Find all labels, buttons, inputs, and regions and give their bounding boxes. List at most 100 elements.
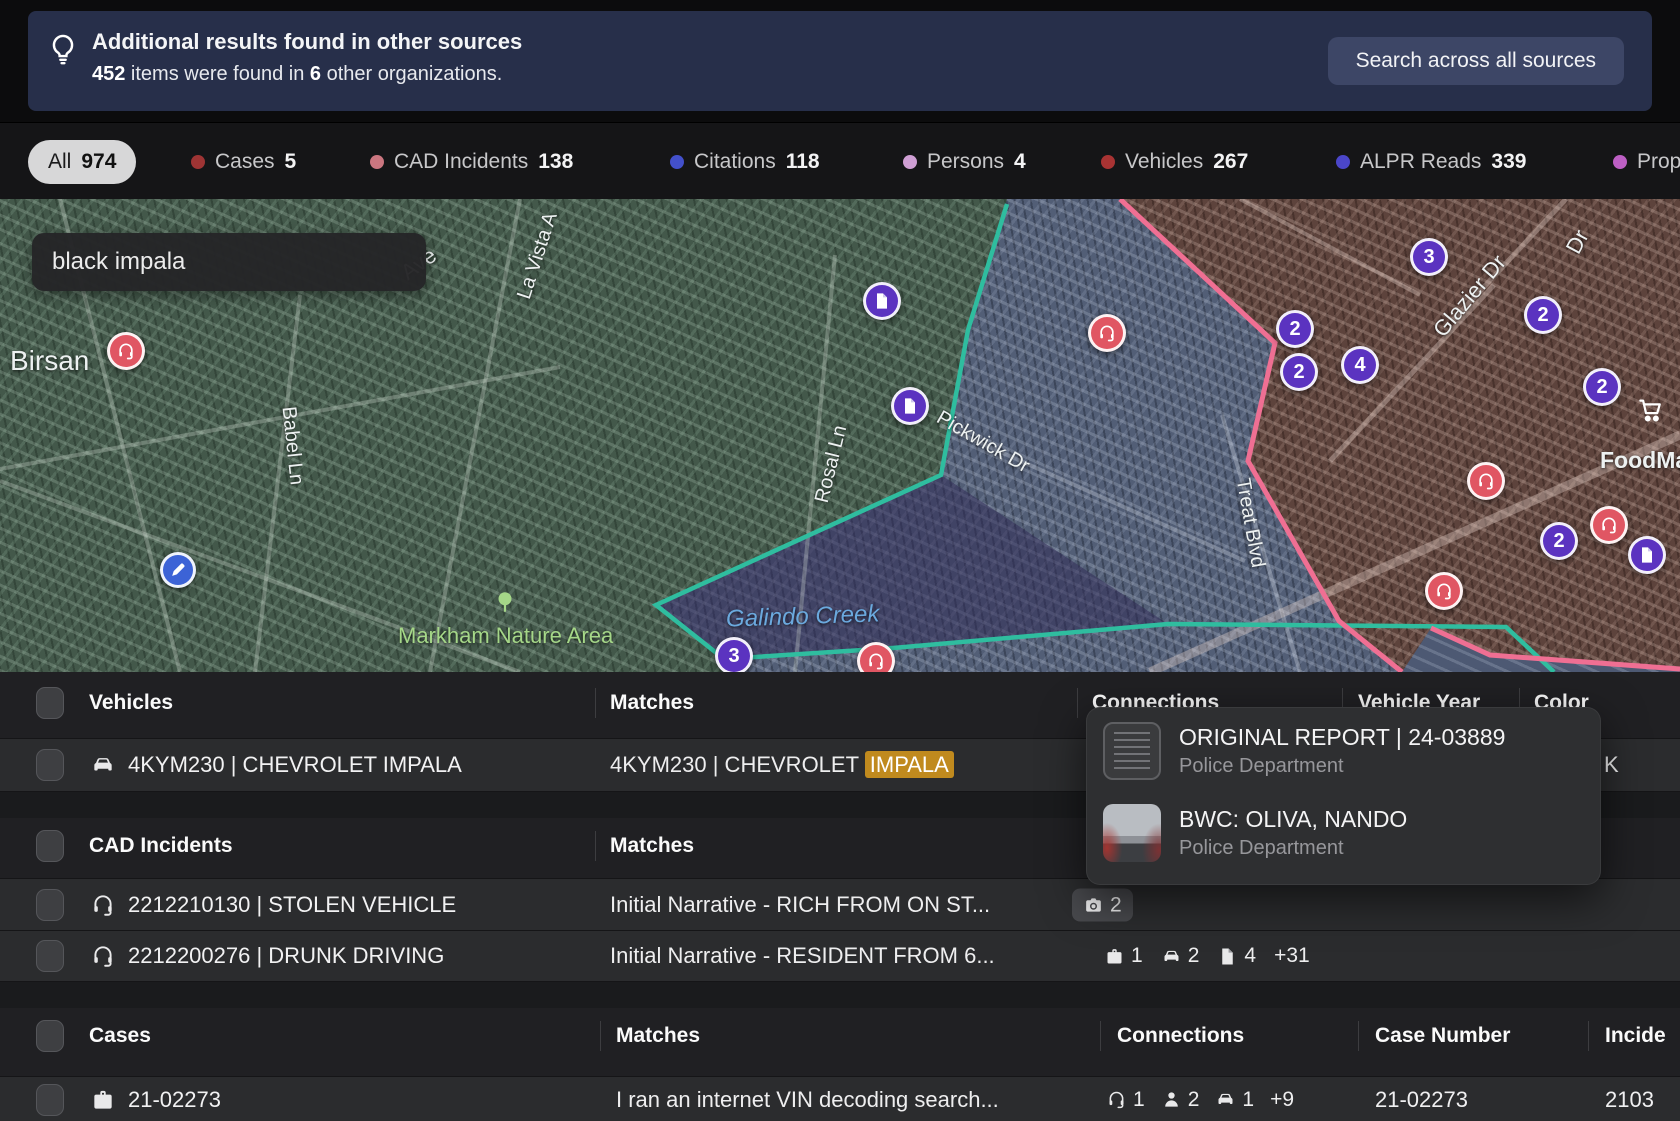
select-all-cad-checkbox[interactable] [36, 830, 64, 862]
headset-icon [90, 892, 116, 918]
cluster-marker[interactable]: 3 [1410, 238, 1448, 276]
tab-alpr-label: ALPR Reads [1360, 150, 1481, 174]
cluster-marker[interactable]: 2 [1583, 368, 1621, 406]
person-connection: 2 [1161, 1088, 1200, 1112]
citation-marker[interactable] [160, 552, 196, 588]
match-highlight: IMPALA [865, 751, 954, 778]
cad-result-row[interactable]: 2212200276 | DRUNK DRIVING Initial Narra… [0, 930, 1680, 982]
tab-all[interactable]: All 974 [28, 140, 136, 184]
popup-bwc-title: BWC: OLIVA, NANDO [1179, 806, 1407, 833]
incident-number-header: Incide [1605, 1024, 1666, 1048]
cad-dot-icon [370, 155, 384, 169]
row-checkbox[interactable] [36, 889, 64, 921]
cad-incident-marker[interactable] [107, 332, 145, 370]
more-connections[interactable]: +9 [1270, 1088, 1294, 1112]
tab-persons[interactable]: Persons 4 [903, 123, 1026, 200]
cad-incident-marker[interactable] [1425, 572, 1463, 610]
plus-count: +9 [1270, 1088, 1294, 1112]
camera-count-badge[interactable]: 2 [1072, 889, 1133, 922]
cluster-count: 2 [1293, 361, 1304, 384]
banner-title: Additional results found in other source… [92, 29, 522, 55]
tab-property-label: Prop [1637, 150, 1680, 174]
tab-cad-incidents[interactable]: CAD Incidents 138 [370, 123, 573, 200]
tab-persons-label: Persons [927, 150, 1004, 174]
document-connection: 4 [1217, 944, 1256, 968]
tab-citations-count: 118 [786, 150, 820, 174]
tab-property[interactable]: Prop [1613, 123, 1680, 200]
cad-incident-marker[interactable] [857, 642, 895, 672]
column-divider [600, 1021, 601, 1051]
cad-connection: 1 [1106, 1088, 1145, 1112]
banner-org-count: 6 [310, 63, 321, 85]
cases-dot-icon [191, 155, 205, 169]
map-canvas[interactable]: Birsan Ave La Vista A Babel Ln Rosal Ln … [0, 199, 1680, 672]
cad-incident-marker[interactable] [1590, 506, 1628, 544]
cluster-marker[interactable]: 2 [1280, 353, 1318, 391]
cart-icon [1636, 395, 1666, 425]
tab-cad-label: CAD Incidents [394, 150, 528, 174]
tab-cases-label: Cases [215, 150, 275, 174]
map-label-foodmaxx: FoodMa [1600, 447, 1680, 474]
select-all-vehicles-checkbox[interactable] [36, 687, 64, 719]
report-marker[interactable] [863, 282, 901, 320]
popup-bwc-item[interactable]: BWC: OLIVA, NANDO Police Department [1103, 804, 1586, 866]
cad-title: 2212210130 | STOLEN VEHICLE [128, 892, 456, 918]
cluster-marker[interactable]: 2 [1540, 522, 1578, 560]
match-prefix: 4KYM230 | CHEVROLET [610, 752, 865, 777]
tab-citations-label: Citations [694, 150, 776, 174]
cluster-marker[interactable]: 3 [715, 637, 753, 672]
more-connections[interactable]: +31 [1274, 944, 1310, 968]
cad-incident-marker[interactable] [1467, 462, 1505, 500]
report-marker[interactable] [1628, 536, 1666, 574]
row-checkbox[interactable] [36, 1084, 64, 1116]
vehicle-color-value: K [1604, 752, 1619, 778]
bwc-thumbnail [1103, 804, 1161, 862]
tab-alpr-reads[interactable]: ALPR Reads 339 [1336, 123, 1526, 200]
document-count: 4 [1244, 944, 1256, 968]
cluster-marker[interactable]: 4 [1341, 346, 1379, 384]
cad-connections: 1 2 4 +31 [1104, 944, 1310, 968]
vehicle-connection: 2 [1161, 944, 1200, 968]
report-marker[interactable] [891, 387, 929, 425]
cluster-count: 2 [1537, 304, 1548, 327]
popup-report-item[interactable]: ORIGINAL REPORT | 24-03889 Police Depart… [1103, 722, 1586, 784]
cluster-count: 2 [1289, 318, 1300, 341]
cluster-count: 2 [1596, 376, 1607, 399]
case-match: I ran an internet VIN decoding search... [616, 1087, 999, 1113]
cluster-marker[interactable]: 2 [1524, 296, 1562, 334]
cad-result-row[interactable]: 2212210130 | STOLEN VEHICLE Initial Narr… [0, 878, 1680, 932]
cad-incident-marker[interactable] [1088, 314, 1126, 352]
vehicles-header: Vehicles [89, 691, 173, 715]
car-icon [90, 752, 116, 778]
tab-alpr-count: 339 [1491, 150, 1526, 174]
column-divider [595, 688, 596, 718]
tab-vehicles[interactable]: Vehicles 267 [1101, 123, 1248, 200]
document-lines [1114, 732, 1150, 770]
cluster-marker[interactable]: 2 [1276, 310, 1314, 348]
popup-report-title: ORIGINAL REPORT | 24-03889 [1179, 724, 1505, 751]
row-checkbox[interactable] [36, 940, 64, 972]
cluster-count: 2 [1553, 530, 1564, 553]
banner-item-count: 452 [92, 63, 125, 85]
briefcase-icon [90, 1087, 116, 1113]
connections-header: Connections [1117, 1024, 1244, 1048]
cad-match: Initial Narrative - RESIDENT FROM 6... [610, 943, 995, 969]
row-checkbox[interactable] [36, 749, 64, 781]
tab-cases[interactable]: Cases 5 [191, 123, 296, 200]
case-connection: 1 [1104, 944, 1143, 968]
select-all-cases-checkbox[interactable] [36, 1020, 64, 1052]
tab-citations[interactable]: Citations 118 [670, 123, 820, 200]
cases-group-header: Cases Matches Connections Case Number In… [0, 1008, 1680, 1064]
headset-count: 1 [1133, 1088, 1145, 1112]
column-divider [1588, 1021, 1589, 1051]
map-search-input[interactable] [32, 233, 426, 291]
cad-connections: 2 [1072, 889, 1133, 922]
search-all-sources-button[interactable]: Search across all sources [1328, 37, 1624, 85]
vehicles-dot-icon [1101, 155, 1115, 169]
case-result-row[interactable]: 21-02273 I ran an internet VIN decoding … [0, 1076, 1680, 1121]
cluster-count: 4 [1354, 354, 1365, 377]
matches-header: Matches [610, 834, 694, 858]
cad-match: Initial Narrative - RICH FROM ON ST... [610, 892, 990, 918]
vehicle-title: 4KYM230 | CHEVROLET IMPALA [128, 752, 462, 778]
headset-icon [90, 943, 116, 969]
